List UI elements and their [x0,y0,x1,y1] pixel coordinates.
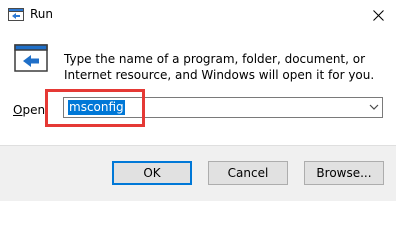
window-title: Run [30,7,54,21]
button-bar: OK Cancel Browse... [0,145,396,201]
open-label: Open: [13,103,49,117]
open-input[interactable]: msconfig [63,97,383,118]
ok-button[interactable]: OK [112,161,192,185]
close-icon [372,9,384,21]
run-app-icon [8,8,24,21]
browse-button[interactable]: Browse... [304,161,384,185]
dialog-description: Type the name of a program, folder, docu… [64,52,375,82]
chevron-down-icon[interactable] [369,103,379,111]
close-button[interactable] [360,0,396,30]
run-dialog: Run Type the name of a program, folder, … [0,0,396,201]
open-input-value[interactable]: msconfig [68,100,125,115]
run-icon [14,44,48,72]
dialog-body: Type the name of a program, folder, docu… [0,30,396,145]
open-label-rest: pen: [22,103,50,117]
cancel-button[interactable]: Cancel [208,161,288,185]
title-bar: Run [0,0,396,30]
